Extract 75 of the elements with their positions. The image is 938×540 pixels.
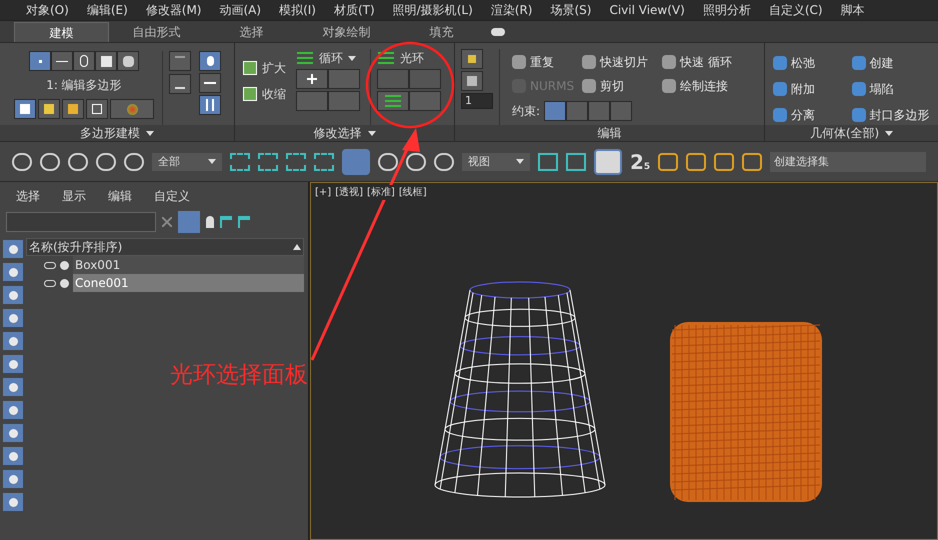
geometry-tool[interactable]: 塌陷 [870, 80, 894, 98]
keyboard-shortcut-icon[interactable] [594, 148, 622, 174]
window-crossing-icon[interactable] [314, 152, 334, 170]
menu-item[interactable]: 修改器(M) [146, 1, 202, 19]
edit-tool[interactable]: 快速 循环 [680, 53, 732, 71]
menu-item[interactable]: 渲染(R) [490, 1, 532, 19]
explorer-menu-item[interactable]: 自定义 [154, 187, 190, 205]
ribbon-tab[interactable]: 建模 [14, 22, 109, 42]
ring-lines-icon [384, 94, 402, 108]
caret-icon[interactable] [146, 130, 154, 136]
scene-object-row[interactable]: Cone001 [73, 274, 304, 292]
edit-tool[interactable]: 重复 [530, 53, 554, 71]
shrink-icon [243, 87, 257, 101]
explorer-menu-item[interactable]: 显示 [62, 187, 86, 205]
loop-icon [296, 51, 314, 65]
menu-item[interactable]: 材质(T) [334, 1, 375, 19]
shrink-button[interactable]: 收缩 [262, 85, 286, 103]
close-icon[interactable] [162, 217, 172, 227]
heat-map-button[interactable] [110, 99, 154, 119]
ring-select-button[interactable] [377, 91, 409, 111]
snap-toggle[interactable]: 2 5 [630, 146, 650, 176]
select-by-name-icon[interactable] [258, 152, 278, 170]
geometry-tool[interactable]: 创建 [870, 54, 894, 72]
scene-object-row[interactable]: Box001 [73, 256, 304, 274]
vertex-icon[interactable] [29, 51, 51, 71]
grow-button[interactable]: 扩大 [262, 59, 286, 77]
grow-icon [243, 61, 257, 75]
menu-item[interactable]: 脚本 [840, 1, 865, 19]
coordinate-dropdown[interactable]: 视图 [462, 152, 530, 170]
edit-tool[interactable]: 快速切片 [600, 53, 648, 71]
ribbon-tab[interactable]: 对象绘制 [299, 22, 394, 42]
loop-grow-button[interactable] [296, 69, 328, 89]
border-icon[interactable] [73, 51, 95, 71]
menu-item[interactable]: 动画(A) [219, 1, 262, 19]
menu-item[interactable]: Civil View(V) [609, 1, 685, 19]
caret-icon[interactable] [368, 130, 376, 136]
viewport-label[interactable]: [标准] [367, 185, 395, 200]
menu-item[interactable]: 照明/摄影机(L) [392, 1, 473, 19]
ribbon-tab[interactable]: 选择 [204, 22, 299, 42]
modifier-label: 1: 编辑多边形 [46, 77, 122, 94]
selection-filter-dropdown[interactable]: 全部 [152, 152, 222, 170]
edit-tool[interactable]: 绘制连接 [680, 77, 728, 95]
menu-item[interactable]: 对象(O) [26, 1, 69, 19]
menu-item[interactable]: 编辑(E) [86, 1, 128, 19]
spinner-field[interactable]: 1 [461, 93, 493, 109]
caret-icon[interactable] [348, 56, 356, 60]
group-title[interactable]: 编辑 [455, 125, 764, 141]
none-constraint-icon[interactable] [544, 101, 566, 121]
geometry-tool[interactable]: 分离 [791, 106, 815, 124]
geometry-tool[interactable]: 松弛 [791, 54, 815, 72]
ribbon-tab[interactable]: 自由形式 [109, 22, 204, 42]
selection-set-field[interactable]: 创建选择集 [770, 152, 926, 172]
menu-item[interactable]: 场景(S) [550, 1, 592, 19]
caret-icon[interactable] [885, 130, 894, 136]
edit-tool[interactable]: 剪切 [600, 77, 624, 95]
ring-icon [377, 51, 395, 65]
annotation-text: 光环选择面板 [170, 361, 308, 390]
ribbon-tab[interactable]: 填充 [394, 22, 489, 42]
menu-item[interactable]: 照明分析 [702, 1, 751, 19]
geometry-tool[interactable]: 附加 [791, 80, 815, 98]
edge-icon[interactable] [51, 51, 73, 71]
loop-button[interactable]: 循环 [319, 49, 343, 67]
menu-item[interactable]: 模拟(I) [279, 1, 316, 19]
column-header[interactable]: 名称(按升序排序) [26, 238, 304, 256]
explorer-menu-item[interactable]: 选择 [16, 187, 40, 205]
rectangle-selection-icon[interactable] [286, 152, 306, 170]
ring-button[interactable]: 光环 [400, 49, 424, 67]
select-object-icon[interactable] [230, 152, 250, 170]
menu-item[interactable]: 自定义(C) [768, 1, 823, 19]
constraints-label: 约束: [512, 103, 540, 120]
plus-icon [307, 74, 317, 84]
move-icon[interactable] [342, 148, 370, 174]
geometry-tool[interactable]: 封口多边形 [870, 106, 930, 124]
search-field[interactable] [6, 212, 156, 232]
explorer-menu-item[interactable]: 编辑 [108, 187, 132, 205]
